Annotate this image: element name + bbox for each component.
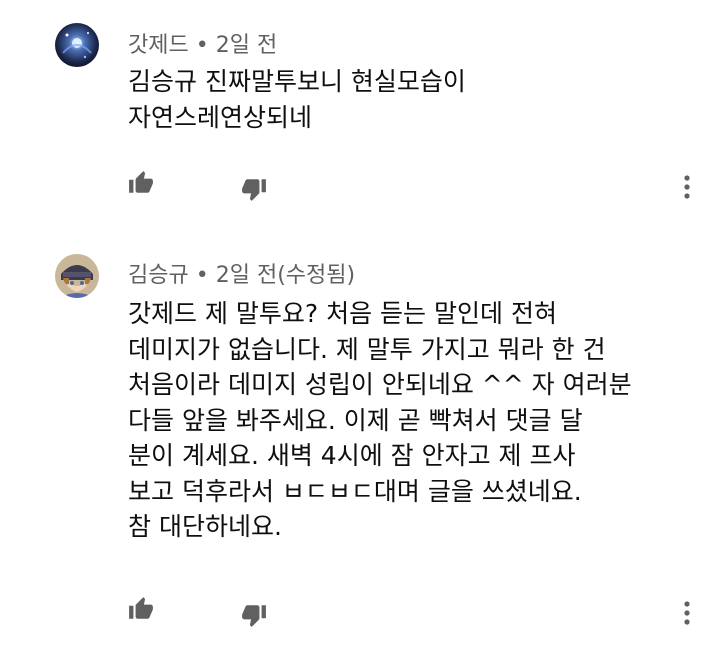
comment-time[interactable]: 2일 전 bbox=[216, 33, 277, 58]
more-vert-icon bbox=[684, 601, 690, 625]
space-avatar-icon[interactable] bbox=[55, 23, 99, 67]
thumbs-down-icon bbox=[242, 605, 266, 627]
comment-meta: 갓제드 • 2일 전 bbox=[128, 27, 277, 59]
anime-character-avatar-icon[interactable] bbox=[55, 254, 99, 298]
comment-text: 갓제드 제 말투요? 처음 듣는 말인데 전혀 데미지가 없습니다. 제 말투 … bbox=[128, 299, 632, 541]
like-button[interactable] bbox=[124, 166, 158, 200]
comment-2: 김승규 • 2일 전(수정됨) 갓제드 제 말투요? 처음 듣는 말인데 전혀 … bbox=[0, 230, 720, 653]
comment-text: 김승규 진짜말투보니 현실모습이 자연스레연상되네 bbox=[128, 67, 466, 132]
comment-1: 갓제드 • 2일 전 김승규 진짜말투보니 현실모습이 자연스레연상되네 bbox=[0, 0, 720, 230]
thumbs-up-icon bbox=[129, 597, 153, 619]
more-options-button[interactable] bbox=[670, 170, 704, 204]
thumbs-up-icon bbox=[129, 171, 153, 193]
comment-author[interactable]: 갓제드 bbox=[128, 33, 189, 58]
dislike-button[interactable] bbox=[237, 172, 271, 206]
dislike-button[interactable] bbox=[237, 598, 271, 632]
more-vert-icon bbox=[684, 175, 690, 199]
edited-label: (수정됨) bbox=[277, 263, 356, 288]
comment-time[interactable]: 2일 전 bbox=[216, 263, 277, 288]
thumbs-down-icon bbox=[242, 179, 266, 201]
more-options-button[interactable] bbox=[670, 596, 704, 630]
comment-actions bbox=[0, 166, 720, 206]
meta-separator: • bbox=[195, 263, 209, 288]
like-button[interactable] bbox=[124, 592, 158, 626]
comment-author[interactable]: 김승규 bbox=[128, 263, 189, 288]
meta-separator: • bbox=[195, 33, 209, 58]
comment-actions bbox=[0, 592, 720, 632]
comment-meta: 김승규 • 2일 전(수정됨) bbox=[128, 257, 355, 289]
